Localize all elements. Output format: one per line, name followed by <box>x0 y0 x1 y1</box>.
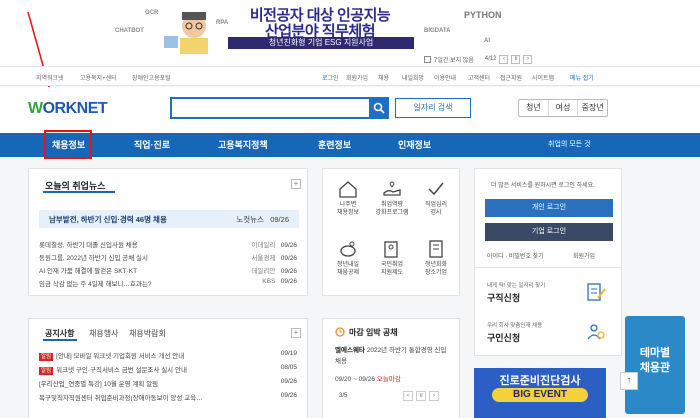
nav-career[interactable]: 직업·진로 <box>134 133 170 157</box>
toggle-women[interactable]: 여성 <box>549 100 579 116</box>
company-login-button[interactable]: 기업 로그인 <box>485 223 613 241</box>
news-row[interactable]: 롯데칠성, 하반기 대졸 신입사원 채용 이데일리 09/26 <box>39 239 297 251</box>
news-row[interactable]: AI 인재 가뭄 해결에 팔걷은 SKT·KT 데일리안 09/26 <box>39 265 297 277</box>
service-employment-program[interactable]: 취업역량 강화프로그램 <box>370 179 414 217</box>
nav-all-about-jobs[interactable]: 취업의 모든 것 <box>548 133 591 157</box>
tab-notice[interactable]: 공지사항 <box>45 328 74 339</box>
search-button[interactable] <box>369 97 389 119</box>
main-nav: 채용정보 직업·진로 고용복지정책 훈련정보 인재정보 취업의 모든 것 <box>0 133 700 157</box>
search-icon <box>373 102 385 114</box>
piggy-bank-icon <box>340 241 356 257</box>
person-search-icon <box>587 324 605 340</box>
tab-recruit-events[interactable]: 채용행사 <box>89 328 118 339</box>
audience-toggle: 청년 여성 중장년 <box>518 99 608 117</box>
util-link[interactable]: 고용복지+센터 <box>80 73 117 82</box>
highlight-box-annotation <box>44 130 92 159</box>
promo-banner[interactable]: 진로준비진단검사 BIG EVENT <box>474 368 606 418</box>
nav-training[interactable]: 훈련정보 <box>318 133 351 157</box>
deadline-page: 3/5 <box>339 393 348 399</box>
news-title-underline <box>43 191 115 193</box>
util-link[interactable]: 채용 <box>378 73 389 82</box>
check-heart-icon <box>428 182 444 196</box>
utility-bar: 지역워크넷 고용복지+센터 장애인고용포털 로그인 회원가입 채용 내일희망 이… <box>0 66 700 86</box>
nav-talent[interactable]: 인재정보 <box>398 133 431 157</box>
service-small-business[interactable]: 청년회화 장소기업 <box>414 239 458 277</box>
service-psych-test[interactable]: 직업심리 검사 <box>414 179 458 217</box>
util-link[interactable]: 이용안내 <box>434 73 456 82</box>
scroll-top-button[interactable]: ↑ <box>620 372 638 390</box>
notice-more-icon[interactable]: + <box>291 328 301 338</box>
service-nearby-jobs[interactable]: 나주변 채용정보 <box>326 179 370 217</box>
news-highlight[interactable]: 남부발전, 하반기 신입·경력 46명 채용 노컷뉴스 09/26 <box>39 210 299 228</box>
nav-welfare-policy[interactable]: 고용복지정책 <box>218 133 268 157</box>
util-link[interactable]: 사이트맵 <box>532 73 554 82</box>
divider <box>475 267 621 268</box>
person-doc-icon <box>384 241 398 258</box>
building-icon <box>429 240 443 258</box>
hand-heart-icon <box>383 181 401 196</box>
job-seek-apply[interactable]: 내게 딱! 맞는 일자리 찾기 구직신청 <box>487 281 617 313</box>
deadline-card: 마감 임박 공채 엘에스웨타 2022년 하반기 통합경영 신입 채용 09/2… <box>322 318 460 418</box>
tab-job-fair[interactable]: 채용박람회 <box>129 328 166 339</box>
deadline-prev-icon[interactable]: ‹ <box>403 391 413 401</box>
notice-row[interactable]: 복구및직자직원센터 취업준비과정(장애아동보이 양성 교육… 09/26 <box>39 392 297 404</box>
search-input[interactable] <box>170 97 373 119</box>
news-row[interactable]: 임금 삭감 없는 주 4일제 해보니…효과는? KBS 09/26 <box>39 278 297 290</box>
util-link[interactable]: 장애인고용포털 <box>132 73 171 82</box>
deadline-period: 09/20 ~ 09/26 오늘마감 <box>335 376 401 383</box>
login-intro: 더 많은 서비스를 원하시면 로그인 하세요. <box>491 183 595 189</box>
menu-fold-button[interactable]: 메뉴 접기 <box>570 73 594 82</box>
recruit-apply[interactable]: 우리 회사 맞춤인재 채용 구인신청 <box>487 321 617 353</box>
join-link[interactable]: 회원가입 <box>573 251 595 260</box>
toggle-youth[interactable]: 청년 <box>519 100 549 116</box>
service-national-employment[interactable]: 국민취업 지원제도 <box>370 239 414 277</box>
personal-login-button[interactable]: 개인 로그인 <box>485 199 613 217</box>
theme-recruit-float-button[interactable]: 테마별 채용관 <box>625 316 685 414</box>
notice-card: 공지사항 채용행사 채용박람회 + 알림 [안내] 모바일 워크넷 기업회원 서비… <box>28 318 308 418</box>
util-link[interactable]: 접근지원 <box>500 73 522 82</box>
tab-underline <box>43 339 77 341</box>
notice-row[interactable]: 알림 [안내] 모바일 워크넷 기업회원 서비스 개선 안내 09/19 <box>39 350 297 362</box>
notice-row[interactable]: 알림 워크넷 구인·구직서비스 금번 설문조사 실시 안내 08/05 <box>39 364 297 376</box>
toggle-middle-aged[interactable]: 중장년 <box>578 100 607 116</box>
find-account-link[interactable]: 아이디 · 비밀번호 찾기 <box>487 251 544 260</box>
worknet-logo[interactable]: WORKNET <box>28 100 108 118</box>
login-card: 더 많은 서비스를 원하시면 로그인 하세요. 개인 로그인 기업 로그인 아이… <box>474 168 622 356</box>
clock-icon <box>335 327 345 337</box>
site-header: WORKNET 일자리 검색 청년 여성 중장년 <box>0 87 700 133</box>
news-card: 오늘의 취업뉴스 + 남부발전, 하반기 신입·경력 46명 채용 노컷뉴스 0… <box>28 168 308 296</box>
deadline-pause-icon[interactable]: ॥ <box>416 391 426 401</box>
login-link[interactable]: 로그인 <box>322 73 339 82</box>
deadline-title: 마감 임박 공채 <box>349 328 398 337</box>
notice-row[interactable]: [우리산업_연중별 특강] 10월 운영 계획 알림 09/26 <box>39 378 297 390</box>
news-row[interactable]: 동원그룹, 2022년 하반기 신입 공채 실시 서울경제 09/26 <box>39 252 297 264</box>
document-pen-icon <box>587 283 606 301</box>
news-more-icon[interactable]: + <box>291 179 301 189</box>
service-youth-fund[interactable]: 청년내일 채움공제 <box>326 239 370 277</box>
house-icon <box>339 181 357 198</box>
util-link[interactable]: 내일희망 <box>402 73 424 82</box>
util-link[interactable]: 고객센터 <box>468 73 490 82</box>
util-link[interactable]: 회원가입 <box>346 73 368 82</box>
deadline-posting[interactable]: 엘에스웨타 2022년 하반기 통합경영 신입 채용 <box>335 345 453 367</box>
job-search-button[interactable]: 일자리 검색 <box>395 98 471 118</box>
services-card: 나주변 채용정보 취업역량 강화프로그램 직업심리 검사 청년내일 채움공제 국민취업 지… <box>322 168 460 296</box>
util-link[interactable]: 지역워크넷 <box>36 73 64 82</box>
deadline-next-icon[interactable]: › <box>429 391 439 401</box>
